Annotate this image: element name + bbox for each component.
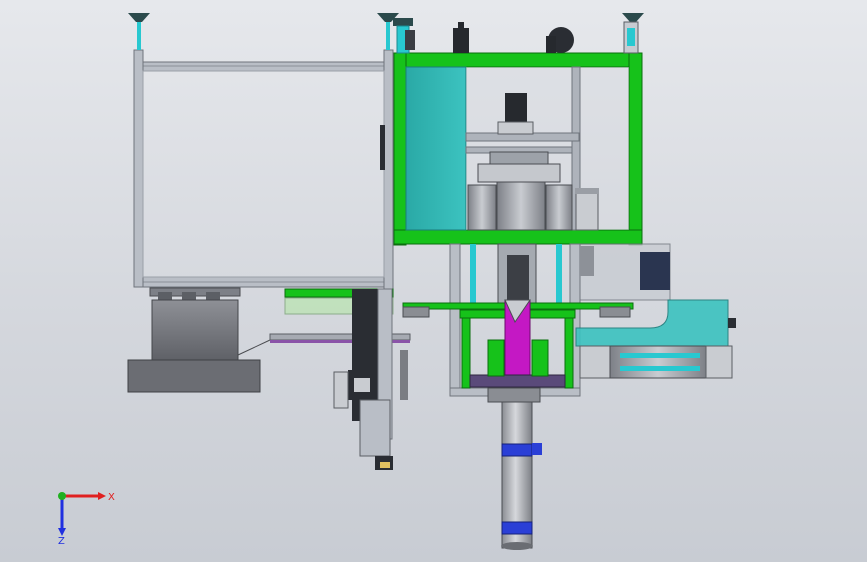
left-slide-mechanism <box>269 288 411 470</box>
cylinder-band-lower <box>501 521 533 535</box>
cylinder-band-upper <box>501 443 533 457</box>
green-frame-top-beam <box>393 52 643 68</box>
left-frame-right-post <box>383 49 394 291</box>
triad-z-label: Z <box>58 536 65 547</box>
green-frame-bottom-beam <box>393 229 643 245</box>
rotary-base <box>127 287 271 393</box>
left-frame <box>133 49 394 291</box>
teal-cover-panel <box>405 66 467 231</box>
cad-viewport[interactable]: X Z <box>0 0 867 562</box>
coordinate-triad: X Z <box>58 492 115 547</box>
triad-x-label: X <box>108 492 115 503</box>
green-frame-right-post <box>628 52 643 246</box>
left-frame-left-post <box>133 49 144 288</box>
top-motors <box>393 18 639 54</box>
green-frame-left-post <box>393 52 407 246</box>
vertical-lift-cylinder <box>487 387 542 550</box>
assembly-drawing: X Z <box>58 13 736 550</box>
